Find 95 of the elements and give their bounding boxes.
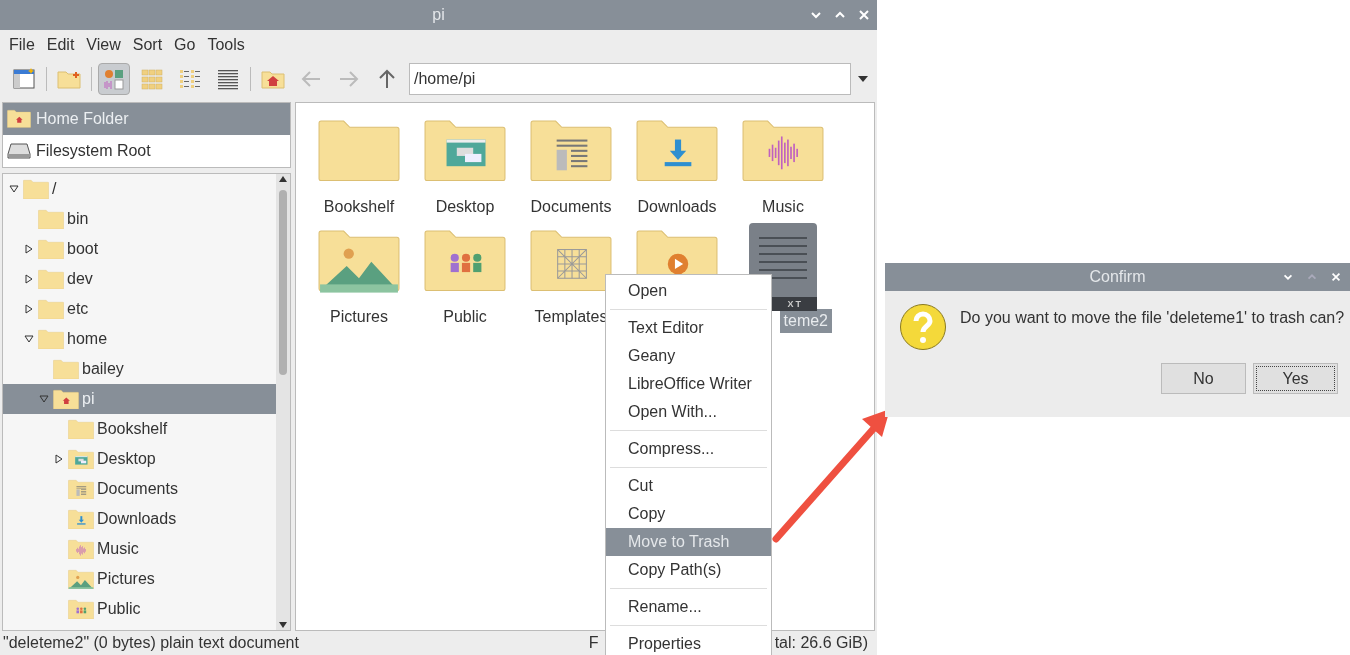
file-name[interactable]: Bookshelf xyxy=(319,195,399,219)
expander-icon[interactable] xyxy=(24,244,34,254)
folder-icon xyxy=(38,328,64,350)
file-name[interactable]: Pictures xyxy=(326,305,392,329)
status-text: "deleteme2" (0 bytes) plain text document xyxy=(3,633,299,653)
icon-view-icon xyxy=(102,67,126,91)
toolbar-button[interactable] xyxy=(98,63,130,95)
grid-view-icon xyxy=(140,67,164,91)
context-menu-item[interactable]: Text Editor xyxy=(606,314,771,342)
folder-icon xyxy=(68,478,94,500)
folder-icon xyxy=(38,208,64,230)
folder-icon xyxy=(68,538,94,560)
file-type-label: XT xyxy=(787,299,803,309)
dialog-title: Confirm xyxy=(1089,267,1146,287)
folder-icon xyxy=(68,508,94,530)
folder-icon xyxy=(38,238,64,260)
dialog-message: Do you want to move the file 'deleteme1' to trash can? xyxy=(960,308,1345,328)
tree-item[interactable]: Downloads xyxy=(3,504,276,534)
folder-icon xyxy=(23,178,49,200)
folder-icon xyxy=(742,117,824,183)
close-icon[interactable] xyxy=(857,8,871,22)
dialog-button[interactable]: No xyxy=(1161,363,1246,394)
folder-icon xyxy=(424,227,506,293)
tree-item[interactable]: dev xyxy=(3,264,276,294)
home-folder-icon xyxy=(53,388,79,410)
folder-icon xyxy=(68,598,94,620)
dialog-button[interactable]: Yes xyxy=(1253,363,1338,394)
tree-item[interactable]: Pictures xyxy=(3,564,276,594)
folder-icon xyxy=(38,268,64,290)
home-folder-icon xyxy=(7,109,31,129)
list-view-icon xyxy=(216,67,240,91)
folder-icon xyxy=(530,117,612,183)
tree-item[interactable]: Public xyxy=(3,594,276,624)
expander-icon[interactable] xyxy=(24,304,34,314)
drive-icon xyxy=(7,142,31,160)
folder-icon xyxy=(38,298,64,320)
tree-item[interactable]: boot xyxy=(3,234,276,264)
close-icon[interactable] xyxy=(1330,271,1342,283)
context-menu-item[interactable]: Rename... xyxy=(606,593,771,621)
tree-item[interactable]: etc xyxy=(3,294,276,324)
tree-item[interactable]: bailey xyxy=(3,354,276,384)
menu-item[interactable]: Edit xyxy=(40,33,81,57)
window-title: pi xyxy=(432,5,445,25)
menu-item[interactable]: View xyxy=(80,33,127,57)
folder-icon xyxy=(636,117,718,183)
context-menu-item[interactable]: Open With... xyxy=(606,398,771,426)
scrollbar[interactable] xyxy=(276,174,290,630)
window-icon xyxy=(12,67,36,91)
file-name[interactable]: Music xyxy=(758,195,808,219)
context-menu-item[interactable]: Copy Path(s) xyxy=(606,556,771,584)
file-name[interactable]: Downloads xyxy=(633,195,721,219)
folder-icon xyxy=(68,418,94,440)
scrollbar-thumb[interactable] xyxy=(279,190,287,375)
expander-icon[interactable] xyxy=(39,394,49,404)
context-menu-item[interactable]: Geany xyxy=(606,342,771,370)
context-menu-item[interactable]: Open xyxy=(606,277,771,305)
tree-item[interactable]: home xyxy=(3,324,276,354)
context-menu-item[interactable]: Cut xyxy=(606,472,771,500)
tree-item[interactable]: Desktop xyxy=(3,444,276,474)
tree-item[interactable]: Bookshelf xyxy=(3,414,276,444)
file-name[interactable]: Documents xyxy=(526,195,616,219)
tree-item[interactable]: / xyxy=(3,174,276,204)
path-field[interactable]: /home/pi xyxy=(409,63,851,95)
folder-icon xyxy=(68,448,94,470)
context-menu-item[interactable]: Properties xyxy=(606,630,771,655)
tree-item[interactable]: Music xyxy=(3,534,276,564)
compact-view-icon xyxy=(178,67,202,91)
menu-item[interactable]: File xyxy=(3,33,41,57)
menu-item[interactable]: Go xyxy=(168,33,202,57)
place-item[interactable]: Filesystem Root xyxy=(3,135,290,167)
tree-item[interactable]: Documents xyxy=(3,474,276,504)
scroll-up-icon[interactable] xyxy=(279,176,287,182)
folder-icon xyxy=(53,358,79,380)
folder-icon xyxy=(68,568,94,590)
file-name[interactable]: Public xyxy=(439,305,491,329)
scroll-down-icon[interactable] xyxy=(279,622,287,628)
expander-icon[interactable] xyxy=(54,454,64,464)
expander-icon[interactable] xyxy=(24,274,34,284)
tree-item[interactable]: bin xyxy=(3,204,276,234)
menu-item[interactable]: Tools xyxy=(201,33,251,57)
expander-icon[interactable] xyxy=(9,184,19,194)
context-menu-item[interactable]: LibreOffice Writer xyxy=(606,370,771,398)
status-text: tal: 26.6 GiB) xyxy=(774,633,868,653)
file-name[interactable]: Desktop xyxy=(431,195,499,219)
dropdown-caret-icon[interactable] xyxy=(857,75,869,83)
expander-icon[interactable] xyxy=(24,334,34,344)
menu-item[interactable]: Sort xyxy=(126,33,169,57)
folder-icon xyxy=(424,117,506,183)
folder-icon xyxy=(318,117,400,183)
folder-icon xyxy=(318,227,400,293)
status-text: F xyxy=(588,633,599,653)
question-icon xyxy=(899,303,947,351)
context-menu-item[interactable]: Compress... xyxy=(606,435,771,463)
context-menu-item[interactable]: Copy xyxy=(606,500,771,528)
folder-icon xyxy=(530,227,612,293)
